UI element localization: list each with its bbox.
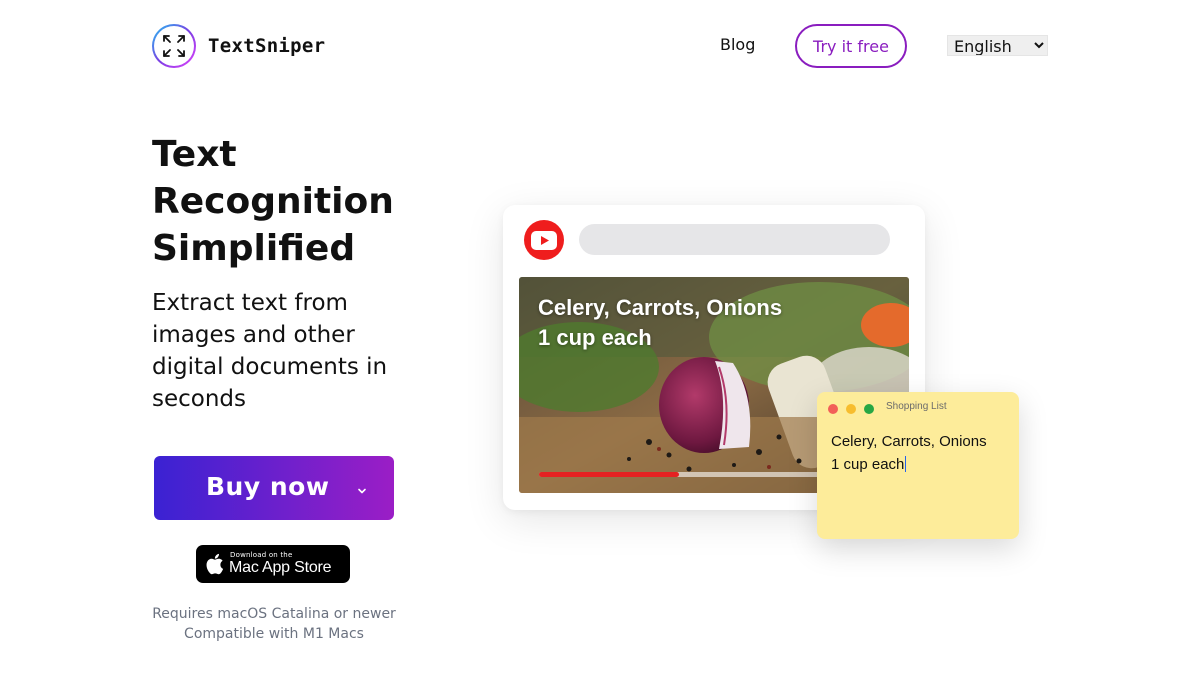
close-dot[interactable]	[828, 404, 838, 414]
appstore-big-text: Mac App Store	[229, 559, 332, 576]
video-progress-fill	[539, 472, 679, 477]
nav-blog-link[interactable]: Blog	[720, 35, 755, 54]
caption-line-2: 1 cup each	[538, 325, 652, 350]
requirement-os: Requires macOS Catalina or newer	[152, 606, 396, 622]
brand-logo[interactable]: TextSniper	[152, 24, 325, 68]
note-line-1: Celery, Carrots, Onions	[831, 433, 987, 450]
minimize-dot[interactable]	[846, 404, 856, 414]
buy-now-label: Buy now	[206, 472, 330, 501]
language-select[interactable]: English	[947, 35, 1048, 56]
buy-now-button[interactable]: Buy now	[154, 456, 394, 520]
note-line-2: 1 cup each	[831, 456, 905, 473]
chevron-down-icon	[356, 482, 368, 501]
mac-app-store-badge[interactable]: Download on the Mac App Store	[196, 545, 350, 583]
apple-icon	[204, 552, 224, 580]
shopping-list-note: Shopping List Celery, Carrots, Onions 1 …	[817, 392, 1019, 539]
url-bar-placeholder	[579, 224, 890, 255]
brand-name: TextSniper	[208, 35, 326, 57]
youtube-play-icon	[524, 220, 564, 260]
hero-title: Text Recognition Simplified	[152, 134, 394, 269]
note-body[interactable]: Celery, Carrots, Onions 1 cup each	[831, 430, 987, 476]
requirements: Requires macOS Catalina or newer Compati…	[140, 604, 408, 644]
hero-subtitle: Extract text from images and other digit…	[152, 290, 388, 412]
appstore-small-text: Download on the	[230, 551, 293, 559]
maximize-dot[interactable]	[864, 404, 874, 414]
crosshair-corners-icon	[152, 24, 196, 68]
text-cursor	[905, 456, 907, 472]
caption-line-1: Celery, Carrots, Onions	[538, 295, 783, 320]
requirement-m1: Compatible with M1 Macs	[184, 626, 364, 642]
video-caption: Celery, Carrots, Onions 1 cup each	[538, 293, 782, 353]
try-free-button[interactable]: Try it free	[795, 24, 907, 68]
note-title: Shopping List	[886, 401, 947, 412]
